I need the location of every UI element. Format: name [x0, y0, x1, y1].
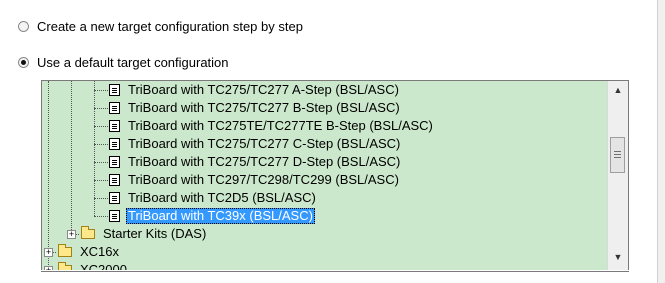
tree-connector: [94, 81, 95, 216]
document-icon: [109, 156, 120, 168]
tree-item-label: TriBoard with TC39x (BSL/ASC): [126, 208, 315, 224]
window-right-edge: [657, 0, 665, 283]
expand-xc2000-button[interactable]: +: [44, 266, 53, 270]
tree-connector: [94, 180, 108, 181]
tree-folder-xc2000[interactable]: XC2000: [58, 261, 129, 270]
default-config-label: Use a default target configuration: [37, 55, 229, 70]
scroll-up-arrow-icon[interactable]: ▲: [608, 81, 628, 99]
tree-connector: [94, 162, 108, 163]
document-icon: [109, 210, 120, 222]
tree-item-tc27x-a-step[interactable]: TriBoard with TC275/TC277 A-Step (BSL/AS…: [109, 81, 401, 99]
tree-item-tc27x-b-step[interactable]: TriBoard with TC275/TC277 B-Step (BSL/AS…: [109, 99, 402, 117]
folder-icon: [58, 244, 72, 257]
tree-item-label: TriBoard with TC275/TC277 D-Step (BSL/AS…: [128, 154, 401, 169]
tree-folder-label: XC16x: [80, 244, 120, 259]
tree-folder-label: Starter Kits (DAS): [103, 226, 207, 241]
tree-item-tc39x[interactable]: TriBoard with TC39x (BSL/ASC): [109, 207, 315, 225]
scroll-down-arrow-icon[interactable]: ▼: [608, 248, 628, 266]
default-config-option[interactable]: Use a default target configuration: [18, 55, 229, 70]
grip-line: [614, 157, 621, 158]
tree-item-tc27x-c-step[interactable]: TriBoard with TC275/TC277 C-Step (BSL/AS…: [109, 135, 402, 153]
tree-item-label: TriBoard with TC275/TC277 C-Step (BSL/AS…: [128, 136, 401, 151]
document-icon: [109, 120, 120, 132]
tree-connector: [48, 81, 49, 270]
tree-connector: [94, 126, 108, 127]
folder-icon: [81, 226, 95, 239]
tree-folder-label: XC2000: [80, 262, 127, 270]
tree-scrollbar[interactable]: ▲ ▼: [607, 81, 628, 270]
document-icon: [109, 192, 120, 204]
document-icon: [109, 174, 120, 186]
target-config-tree[interactable]: TriBoard with TC275/TC277 A-Step (BSL/AS…: [41, 80, 629, 270]
tree-folder-xc16x[interactable]: XC16x: [58, 243, 121, 261]
document-icon: [109, 84, 120, 96]
tree-connector: [94, 90, 108, 91]
step-by-step-label: Create a new target configuration step b…: [37, 19, 303, 34]
tree-connector: [94, 144, 108, 145]
step-by-step-radio[interactable]: [18, 21, 29, 32]
tree-item-tc2d5[interactable]: TriBoard with TC2D5 (BSL/ASC): [109, 189, 318, 207]
grip-line: [614, 154, 621, 155]
scrollbar-thumb[interactable]: [610, 137, 625, 173]
tree-item-label: TriBoard with TC275TE/TC277TE B-Step (BS…: [128, 118, 433, 133]
folder-icon: [58, 262, 72, 270]
tree-item-label: TriBoard with TC275/TC277 B-Step (BSL/AS…: [128, 100, 400, 115]
expand-xc16x-button[interactable]: +: [44, 248, 53, 257]
tree-item-tc27x-d-step[interactable]: TriBoard with TC275/TC277 D-Step (BSL/AS…: [109, 153, 402, 171]
tree-item-label: TriBoard with TC2D5 (BSL/ASC): [128, 190, 316, 205]
document-icon: [109, 102, 120, 114]
tree-connector: [71, 81, 72, 234]
tree-bottom-border: [41, 271, 629, 272]
grip-line: [614, 151, 621, 152]
tree-item-label: TriBoard with TC297/TC298/TC299 (BSL/ASC…: [128, 172, 399, 187]
tree-connector: [94, 108, 108, 109]
tree-connector: [94, 216, 108, 217]
tree-item-tc27xte-b-step[interactable]: TriBoard with TC275TE/TC277TE B-Step (BS…: [109, 117, 435, 135]
default-config-radio[interactable]: [18, 57, 29, 68]
tree-connector: [94, 198, 108, 199]
tree-item-tc29x[interactable]: TriBoard with TC297/TC298/TC299 (BSL/ASC…: [109, 171, 401, 189]
step-by-step-option[interactable]: Create a new target configuration step b…: [18, 19, 303, 34]
tree-item-label: TriBoard with TC275/TC277 A-Step (BSL/AS…: [128, 82, 399, 97]
tree-folder-starter-kits[interactable]: Starter Kits (DAS): [81, 225, 208, 243]
document-icon: [109, 138, 120, 150]
expand-starter-kits-button[interactable]: +: [67, 230, 76, 239]
